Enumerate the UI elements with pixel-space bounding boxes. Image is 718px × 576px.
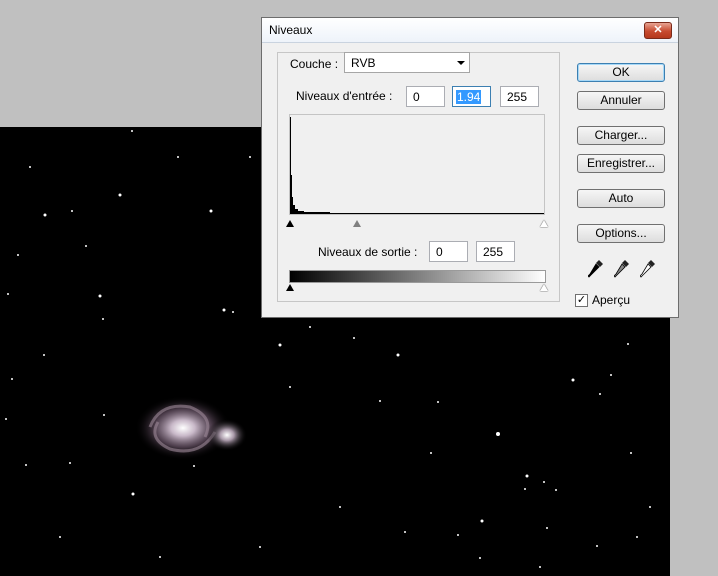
input-black-slider[interactable] xyxy=(286,220,294,227)
output-gradient-bar xyxy=(289,270,546,283)
save-button[interactable]: Enregistrer... xyxy=(577,154,665,173)
ok-button[interactable]: OK xyxy=(577,63,665,82)
input-black-field[interactable]: 0 xyxy=(406,86,445,107)
channel-select-value: RVB xyxy=(351,56,376,70)
cancel-button[interactable]: Annuler xyxy=(577,91,665,110)
black-eyedropper-icon[interactable] xyxy=(587,259,604,279)
title-bar[interactable]: Niveaux ✕ xyxy=(262,18,678,43)
auto-button[interactable]: Auto xyxy=(577,189,665,208)
input-gamma-field[interactable]: 1.94 xyxy=(452,86,491,107)
output-white-value: 255 xyxy=(483,245,504,259)
levels-dialog: Niveaux ✕ Couche : RVB Niveaux d'entrée … xyxy=(261,17,679,318)
input-gamma-value: 1.94 xyxy=(456,90,482,104)
preview-checkbox[interactable]: ✓ xyxy=(575,294,588,307)
output-levels-label: Niveaux de sortie : xyxy=(318,245,418,259)
output-black-field[interactable]: 0 xyxy=(429,241,468,262)
output-white-field[interactable]: 255 xyxy=(476,241,515,262)
dialog-title: Niveaux xyxy=(269,23,313,37)
output-white-slider[interactable] xyxy=(540,284,548,291)
input-slider-track[interactable] xyxy=(289,218,546,230)
gray-eyedropper-icon[interactable] xyxy=(613,259,630,279)
channel-select[interactable]: RVB xyxy=(344,52,470,73)
histogram xyxy=(289,114,545,215)
load-button[interactable]: Charger... xyxy=(577,126,665,145)
channel-label: Couche : xyxy=(290,57,339,71)
input-levels-label: Niveaux d'entrée : xyxy=(296,89,393,103)
input-white-value: 255 xyxy=(507,90,528,104)
input-white-field[interactable]: 255 xyxy=(500,86,539,107)
preview-label: Aperçu xyxy=(592,293,631,307)
galaxy-companion xyxy=(207,419,247,451)
output-black-slider[interactable] xyxy=(286,284,294,291)
options-button[interactable]: Options... xyxy=(577,224,665,243)
input-black-value: 0 xyxy=(413,90,420,104)
input-gamma-slider[interactable] xyxy=(353,220,361,227)
white-eyedropper-icon[interactable] xyxy=(639,259,656,279)
input-white-slider[interactable] xyxy=(540,220,548,227)
chevron-down-icon xyxy=(457,61,465,65)
histogram-curve xyxy=(290,117,544,214)
close-icon[interactable]: ✕ xyxy=(644,22,672,39)
output-black-value: 0 xyxy=(436,245,443,259)
